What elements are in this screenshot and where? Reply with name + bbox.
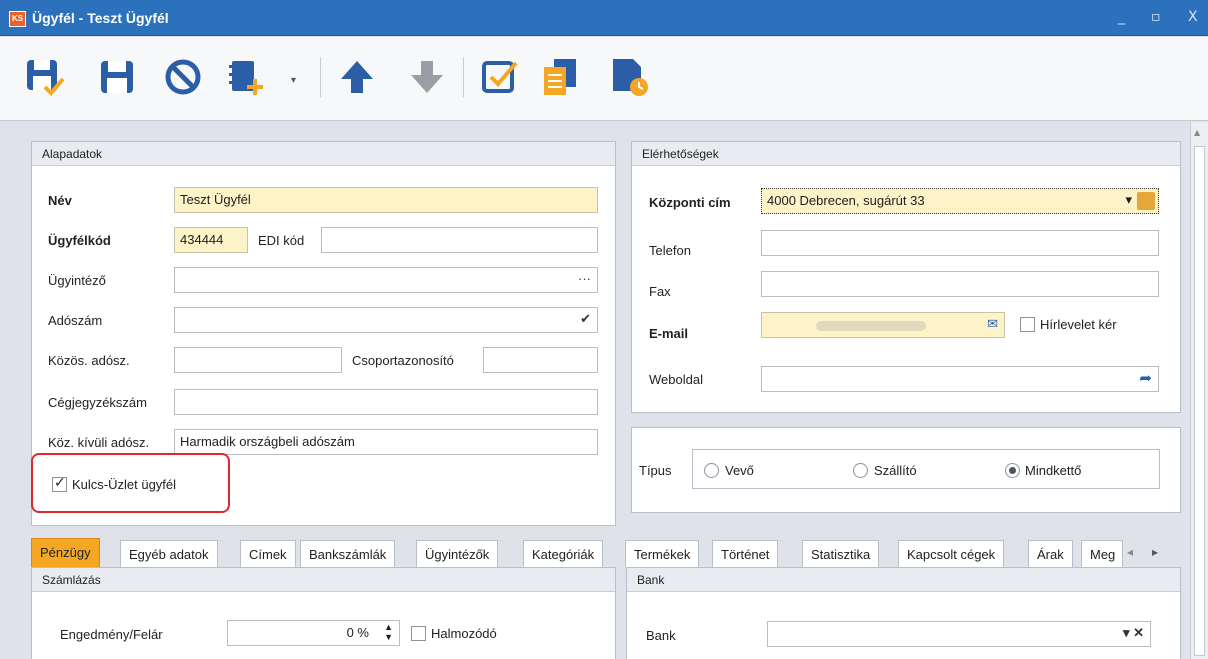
engedmeny-label: Engedmény/Felár	[60, 627, 163, 642]
weboldal-field[interactable]: ➦	[761, 366, 1159, 392]
tab-kategoriak[interactable]: Kategóriák	[523, 540, 604, 567]
toolbar-separator	[463, 57, 464, 97]
validate-check-icon[interactable]: ✔	[580, 311, 591, 327]
minimize-button[interactable]: _	[1118, 9, 1125, 25]
scheduled-document-icon[interactable]	[609, 57, 649, 97]
map-pin-icon[interactable]	[1137, 192, 1155, 210]
koz-kivuli-adosz-label: Köz. kívüli adósz.	[48, 435, 150, 450]
telefon-field[interactable]	[761, 230, 1159, 256]
edi-kod-field[interactable]	[321, 227, 598, 253]
vertical-scrollbar[interactable]: ▲	[1190, 122, 1208, 659]
tipus-label: Típus	[639, 463, 672, 478]
elerhetosegek-header: Elérhetőségek	[632, 142, 1180, 166]
bank-select[interactable]: ▾ ✕	[767, 621, 1151, 647]
cegjegyzekszam-field[interactable]	[174, 389, 598, 415]
kulcs-uzlet-label: Kulcs-Üzlet ügyfél	[72, 477, 177, 492]
nev-field[interactable]: Teszt Ügyfél	[174, 187, 598, 213]
checklist-icon[interactable]	[480, 57, 520, 97]
tab-bankszamlak[interactable]: Bankszámlák	[300, 540, 396, 567]
copy-document-icon[interactable]	[540, 57, 580, 97]
tab-arak[interactable]: Árak	[1028, 540, 1073, 567]
close-button[interactable]: X	[1188, 9, 1198, 25]
ugyfelkod-field[interactable]: 434444	[174, 227, 248, 253]
engedmeny-field[interactable]: 0 % ▲ ▼	[227, 620, 400, 646]
weboldal-label: Weboldal	[649, 372, 703, 387]
nev-label: Név	[48, 193, 72, 208]
send-email-icon[interactable]: ✉	[987, 316, 998, 332]
adoszam-label: Adószám	[48, 313, 103, 328]
move-down-icon	[411, 61, 443, 93]
tab-kapcsolt-cegek[interactable]: Kapcsolt cégek	[898, 540, 1005, 567]
email-field[interactable]: ✉	[761, 312, 1005, 338]
maximize-button[interactable]: ▫	[1151, 9, 1161, 25]
dropdown-arrow-icon[interactable]: ▾	[291, 75, 296, 86]
tipus-radio-group	[692, 449, 1160, 489]
bank-header: Bank	[627, 568, 1180, 592]
csoportazonosito-field[interactable]	[483, 347, 598, 373]
radio-vevo-label: Vevő	[725, 463, 754, 478]
toolbar-separator	[320, 57, 321, 97]
new-document-icon[interactable]	[226, 57, 266, 97]
open-link-icon[interactable]: ➦	[1139, 369, 1152, 387]
radio-mindketto-label: Mindkettő	[1025, 463, 1082, 478]
tab-egyeb-adatok[interactable]: Egyéb adatok	[120, 540, 218, 567]
fax-label: Fax	[649, 284, 671, 299]
tab-termekek[interactable]: Termékek	[625, 540, 700, 567]
tab-cimek[interactable]: Címek	[240, 540, 296, 567]
toolbar: ▾	[0, 37, 1208, 121]
more-options-icon[interactable]: ···	[578, 271, 591, 286]
kozponti-cim-select[interactable]: 4000 Debrecen, sugárút 33 ▾	[761, 188, 1159, 214]
ugyfelkod-label: Ügyfélkód	[48, 233, 111, 248]
tab-statisztika[interactable]: Statisztika	[802, 540, 880, 567]
tab-scroll-right-icon[interactable]: ▸	[1152, 545, 1158, 559]
kulcs-uzlet-checkbox[interactable]	[52, 475, 67, 492]
kozponti-cim-label: Központi cím	[649, 195, 731, 210]
tab-meg[interactable]: Meg	[1081, 540, 1123, 567]
email-label: E-mail	[649, 326, 689, 341]
hirlevel-label: Hírlevelet kér	[1040, 317, 1117, 332]
tab-tortenet[interactable]: Történet	[712, 540, 779, 567]
adoszam-field[interactable]: ✔	[174, 307, 598, 333]
app-logo-icon: KS	[9, 11, 26, 27]
radio-szallito[interactable]	[853, 463, 868, 478]
tab-penzugy[interactable]: Pénzügy	[31, 538, 100, 567]
cancel-icon[interactable]	[163, 57, 203, 97]
engedmeny-value: 0 %	[346, 625, 369, 640]
halmozodo-checkbox[interactable]	[411, 626, 426, 641]
koz-kivuli-adosz-field[interactable]: Harmadik országbeli adószám	[174, 429, 598, 455]
ugyintezo-field[interactable]: ···	[174, 267, 598, 293]
edi-kod-label: EDI kód	[258, 233, 305, 248]
move-up-icon[interactable]	[337, 57, 377, 97]
kozponti-cim-value: 4000 Debrecen, sugárút 33	[767, 193, 925, 208]
scroll-up-icon[interactable]: ▲	[1194, 128, 1200, 137]
radio-mindketto[interactable]	[1005, 463, 1020, 478]
tab-ugyintezok[interactable]: Ügyintézők	[416, 540, 499, 567]
radio-vevo[interactable]	[704, 463, 719, 478]
csoportazonosito-label: Csoportazonosító	[352, 353, 454, 368]
save-icon[interactable]	[97, 57, 137, 97]
bank-label: Bank	[646, 628, 676, 643]
cegjegyzekszam-label: Cégjegyzékszám	[48, 395, 147, 410]
tab-scroll-left-icon[interactable]: ◂	[1127, 545, 1133, 559]
hirlevel-checkbox[interactable]	[1020, 317, 1035, 332]
kozos-adosz-field[interactable]	[174, 347, 342, 373]
ugyintezo-label: Ügyintéző	[48, 273, 106, 288]
szamlazas-header: Számlázás	[32, 568, 615, 592]
title-bar: KS Ügyfél - Teszt Ügyfél _ ▫ X	[0, 0, 1208, 36]
save-and-close-icon[interactable]	[25, 57, 65, 97]
radio-szallito-label: Szállító	[874, 463, 917, 478]
alapadatok-header: Alapadatok	[32, 142, 615, 166]
telefon-label: Telefon	[649, 243, 691, 258]
spin-buttons-icon[interactable]: ▲ ▼	[384, 622, 393, 642]
blurred-email-text	[816, 321, 926, 331]
window-title: Ügyfél - Teszt Ügyfél	[32, 10, 169, 26]
dropdown-clear-icon[interactable]: ▾ ✕	[1123, 625, 1144, 641]
kozos-adosz-label: Közös. adósz.	[48, 353, 130, 368]
fax-field[interactable]	[761, 271, 1159, 297]
tab-strip: Pénzügy Egyéb adatok Címek Bankszámlák Ü…	[31, 538, 1176, 567]
scrollbar-thumb[interactable]	[1194, 146, 1205, 656]
dropdown-arrow-icon[interactable]: ▾	[1125, 192, 1132, 208]
halmozodo-label: Halmozódó	[431, 626, 497, 641]
